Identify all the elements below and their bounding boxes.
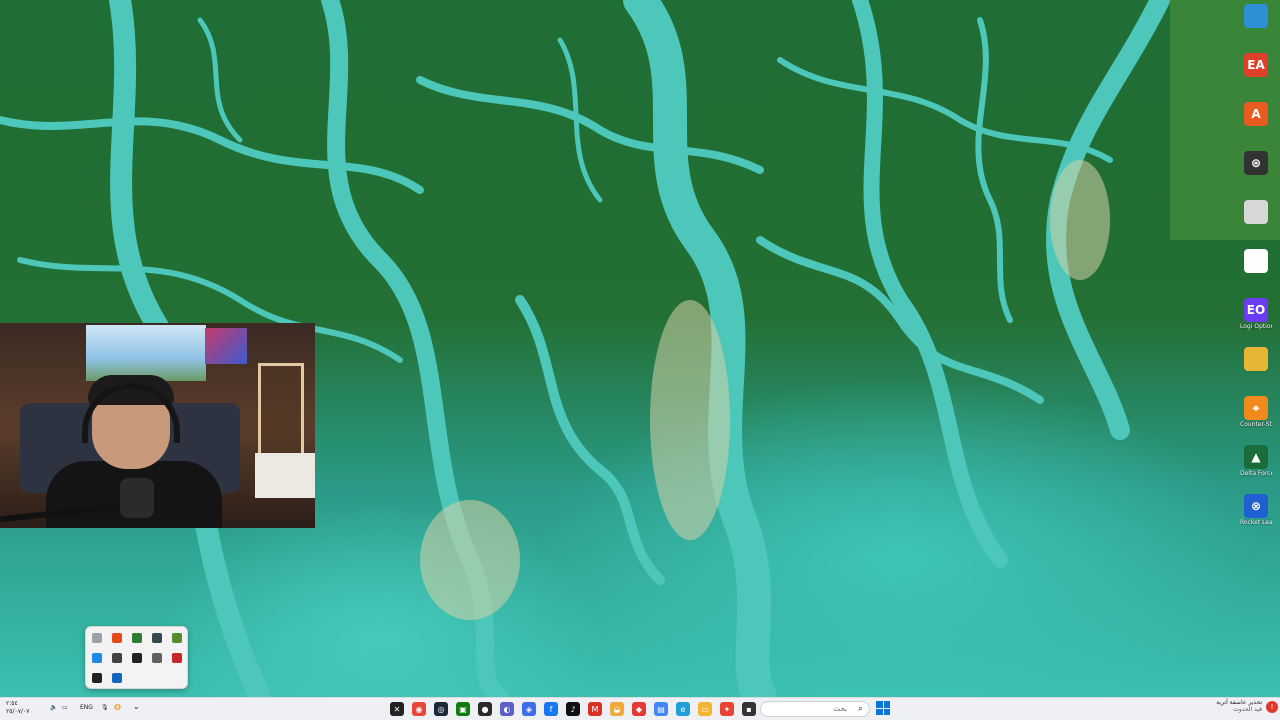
desktop-icon-5[interactable] <box>1240 200 1272 225</box>
background-tv <box>86 325 206 381</box>
tray-icon-3[interactable] <box>132 633 142 643</box>
clock-time[interactable]: ٢:٥٤ <box>6 700 18 707</box>
app-taskbar-icon-11[interactable]: ◒ <box>610 702 624 716</box>
volume-icon[interactable]: 🔈 <box>50 704 57 711</box>
desktop-icon-4-glyph-icon: ⊛ <box>1244 151 1268 175</box>
facebook-taskbar-icon[interactable]: f <box>544 702 558 716</box>
desktop-icon-label: Counter-Strike 2 <box>1240 421 1272 428</box>
search-placeholder: بحث <box>833 705 847 713</box>
steam-taskbar-icon[interactable]: ◎ <box>434 702 448 716</box>
rocket-league-glyph-icon: ⊗ <box>1244 494 1268 518</box>
network-icon[interactable]: ▭ <box>62 704 68 711</box>
bluetooth-icon[interactable] <box>112 673 122 683</box>
language-indicator[interactable]: ENG <box>80 704 93 711</box>
desktop-icon-8-glyph-icon <box>1244 347 1268 371</box>
counter-strike-icon[interactable]: ⌖Counter-Strike 2 <box>1240 396 1272 428</box>
delta-force-icon[interactable]: ▲ Delta Force <box>1240 445 1272 477</box>
counter-strike-glyph-icon: ⌖ <box>1244 396 1268 420</box>
tray-icon-5[interactable] <box>172 633 182 643</box>
desktop-icon-label: Rocket League <box>1240 519 1272 526</box>
delta-force-glyph-icon: ▲ <box>1244 445 1268 469</box>
taskbar: ٢:٥٤ ٢٥/٠٧/٠٧ 🔈 ▭ ENG 🎙 ◍ ⌄ ✕ ◉ ◎ ▣ ● ◐ ◈ f ♪ M ◒ ◆… <box>0 697 1280 720</box>
app-taskbar-icon-13[interactable]: ▤ <box>654 702 668 716</box>
desktop-icon-1[interactable] <box>1240 4 1272 29</box>
capcut-taskbar-icon[interactable]: ✕ <box>390 702 404 716</box>
desktop-icon-4[interactable]: ⊛ <box>1240 151 1272 176</box>
tray-icon-2[interactable] <box>112 633 122 643</box>
ea-app-icon[interactable]: EA <box>1240 53 1272 78</box>
tray-icon-7[interactable] <box>112 653 122 663</box>
background-bed <box>255 453 315 498</box>
background-poster <box>205 328 247 364</box>
tiktok-taskbar-icon[interactable]: ♪ <box>566 702 580 716</box>
xbox-taskbar-icon[interactable]: ▣ <box>456 702 470 716</box>
search-icon: ⌕ <box>857 704 863 714</box>
clock-date[interactable]: ٢٥/٠٧/٠٧ <box>6 708 29 715</box>
rocket-league-icon[interactable]: ⊗Rocket League <box>1240 494 1272 526</box>
tray-icon-11[interactable] <box>92 673 102 683</box>
app-taskbar-icon-17[interactable]: ▪ <box>742 702 756 716</box>
app-taskbar-icon-12[interactable]: ◆ <box>632 702 646 716</box>
microphone-icon[interactable]: 🎙 <box>101 704 109 711</box>
tray-overflow-popup <box>85 626 188 689</box>
start-button[interactable] <box>876 701 890 715</box>
desktop-icon-label: Logi Options+ <box>1240 323 1272 330</box>
tray-icon-4[interactable] <box>152 633 162 643</box>
taskbar-search[interactable]: بحث ⌕ <box>760 701 870 717</box>
arma-icon[interactable]: A <box>1240 102 1272 127</box>
explorer-taskbar-icon[interactable]: ▭ <box>698 702 712 716</box>
tray-icon-8[interactable] <box>132 653 142 663</box>
app-taskbar-icon-16[interactable]: ✦ <box>720 702 734 716</box>
app-taskbar-icon-6[interactable]: ◐ <box>500 702 514 716</box>
logi-options-glyph-icon: EO <box>1244 298 1268 322</box>
gmail-taskbar-icon[interactable]: M <box>588 702 602 716</box>
ea-app-glyph-icon: EA <box>1244 53 1268 77</box>
desktop-icon-6-glyph-icon <box>1244 249 1268 273</box>
webcam-overlay <box>0 323 315 528</box>
app-taskbar-icon-7[interactable]: ◈ <box>522 702 536 716</box>
edge-taskbar-icon[interactable]: e <box>676 702 690 716</box>
logi-options-icon[interactable]: EOLogi Options+ <box>1240 298 1272 330</box>
desktop-icon-5-glyph-icon <box>1244 200 1268 224</box>
microphone <box>120 478 154 518</box>
obs-taskbar-icon[interactable]: ● <box>478 702 492 716</box>
chevron-up-icon[interactable]: ⌄ <box>133 702 140 711</box>
tray-icon-9[interactable] <box>152 653 162 663</box>
arma-glyph-icon: A <box>1244 102 1268 126</box>
alert-icon: ! <box>1266 701 1278 713</box>
tray-icon-6[interactable] <box>92 653 102 663</box>
chrome-taskbar-icon[interactable]: ◉ <box>412 702 426 716</box>
tray-app-icon[interactable]: ◍ <box>114 702 121 711</box>
desktop-icon-label: Delta Force <box>1240 470 1272 477</box>
desktop-icon-column: EA A ⊛ EOLogi Options+ ⌖Counter-Strike 2 ▲Del… <box>1236 0 1280 540</box>
desktop-icon-1-glyph-icon <box>1244 4 1268 28</box>
desktop-icon-8[interactable] <box>1240 347 1272 372</box>
tray-icon-10[interactable] <box>172 653 182 663</box>
tray-icon-1[interactable] <box>92 633 102 643</box>
desktop-icon-6[interactable] <box>1240 249 1272 274</box>
weather-notification[interactable]: تحذير عاصفة أترية قيد الحدوث ! <box>1204 699 1278 719</box>
